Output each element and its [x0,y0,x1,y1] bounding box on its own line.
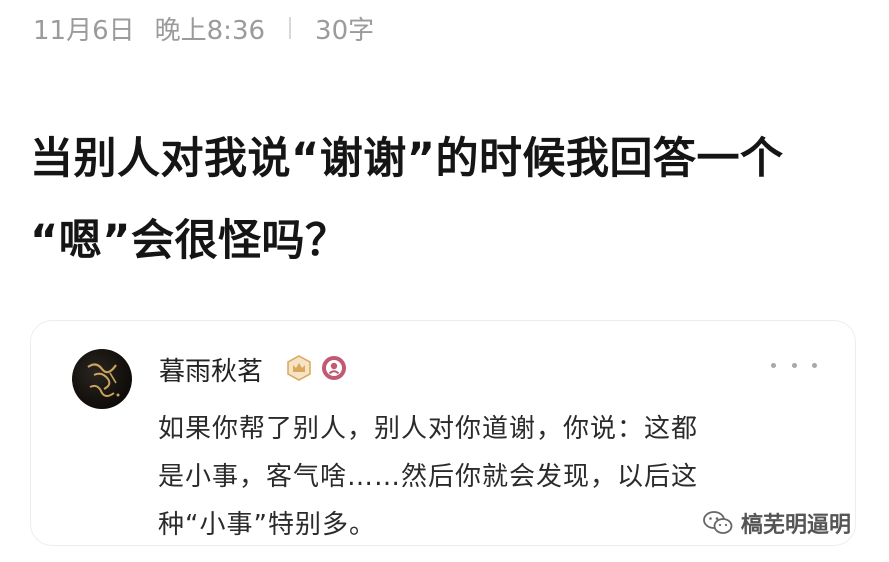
level-badge-icon [322,356,346,380]
post-time: 晚上8:36 [154,15,266,46]
crown-badge-icon [287,355,311,381]
username[interactable]: 暮雨秋茗 [159,351,263,388]
meta-divider [289,17,292,39]
question-title: 当别人对我说“谢谢”的时候我回答一个 “嗯”会很怪吗？ [30,118,870,282]
answer-line-1: 如果你帮了别人，别人对你道谢，你说：这都 [158,414,699,444]
dot-icon [812,362,817,368]
more-options-button[interactable] [771,357,817,373]
dot-icon [771,362,776,368]
word-count: 30字 [315,15,375,46]
post-meta: 11月6日 晚上8:36 30字 [33,10,374,46]
post-date: 11月6日 [33,15,135,46]
watermark-text: 槁芜明逼明 [741,513,852,538]
answer-line-2: 是小事，客气啥……然后你就会发现，以后这 [158,462,699,492]
watermark: 槁芜明逼明 [703,508,851,538]
avatar[interactable] [72,349,132,409]
avatar-calligraphy-icon [87,363,120,397]
answer-text: 如果你帮了别人，别人对你道谢，你说：这都 是小事，客气啥……然后你就会发现，以后… [158,405,798,549]
screenshot-page: 11月6日 晚上8:36 30字 当别人对我说“谢谢”的时候我回答一个 “嗯”会… [0,0,889,562]
dot-icon [791,362,797,368]
question-line-1: 当别人对我说“谢谢”的时候我回答一个 [30,134,784,184]
answer-line-3: 种“小事”特别多。 [158,510,376,540]
wechat-icon [703,511,733,534]
question-line-2: “嗯”会很怪吗？ [30,216,349,266]
